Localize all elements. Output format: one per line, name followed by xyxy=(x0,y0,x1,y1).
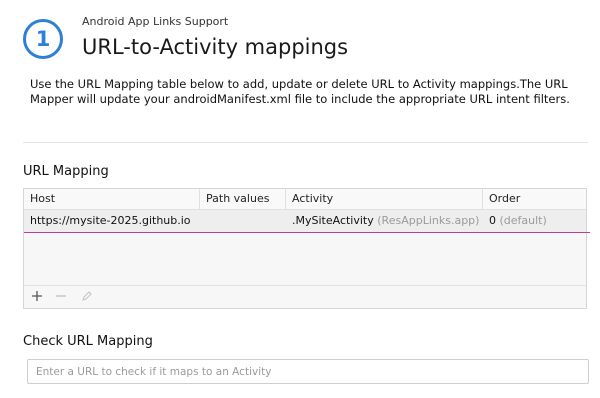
cell-activity[interactable]: .MySiteActivity (ResAppLinks.app) xyxy=(286,210,483,232)
table-header: Host Path values Activity Order xyxy=(24,189,586,210)
url-mapping-section-title: URL Mapping xyxy=(23,164,109,179)
table-toolbar xyxy=(24,285,586,308)
cell-path-values[interactable] xyxy=(200,210,286,232)
cell-order[interactable]: 0 (default) xyxy=(483,210,586,232)
step-number-badge: 1 xyxy=(23,19,63,59)
plus-icon[interactable] xyxy=(29,288,45,304)
activity-name: .MySiteActivity xyxy=(292,214,374,227)
column-header-host[interactable]: Host xyxy=(24,189,200,209)
page-title: URL-to-Activity mappings xyxy=(82,35,349,59)
column-header-order[interactable]: Order xyxy=(483,189,586,209)
step-number: 1 xyxy=(35,27,51,51)
minus-icon[interactable] xyxy=(53,288,69,304)
check-url-section-title: Check URL Mapping xyxy=(23,334,153,349)
table-row[interactable]: https://mysite-2025.github.io .MySiteAct… xyxy=(24,210,586,232)
pencil-icon[interactable] xyxy=(79,288,95,304)
column-header-path-values[interactable]: Path values xyxy=(200,189,286,209)
cell-host[interactable]: https://mysite-2025.github.io xyxy=(24,210,200,232)
url-mapping-table: Host Path values Activity Order https://… xyxy=(23,188,590,309)
activity-module: (ResAppLinks.app) xyxy=(377,214,480,227)
row-drop-indicator xyxy=(24,232,590,233)
page-description: Use the URL Mapping table below to add, … xyxy=(30,77,570,106)
column-header-activity[interactable]: Activity xyxy=(286,189,483,209)
check-url-input[interactable] xyxy=(27,359,589,384)
order-default-note: (default) xyxy=(499,214,547,227)
order-value: 0 xyxy=(489,214,496,227)
assistant-subtitle: Android App Links Support xyxy=(82,15,229,28)
header-divider xyxy=(23,142,588,143)
